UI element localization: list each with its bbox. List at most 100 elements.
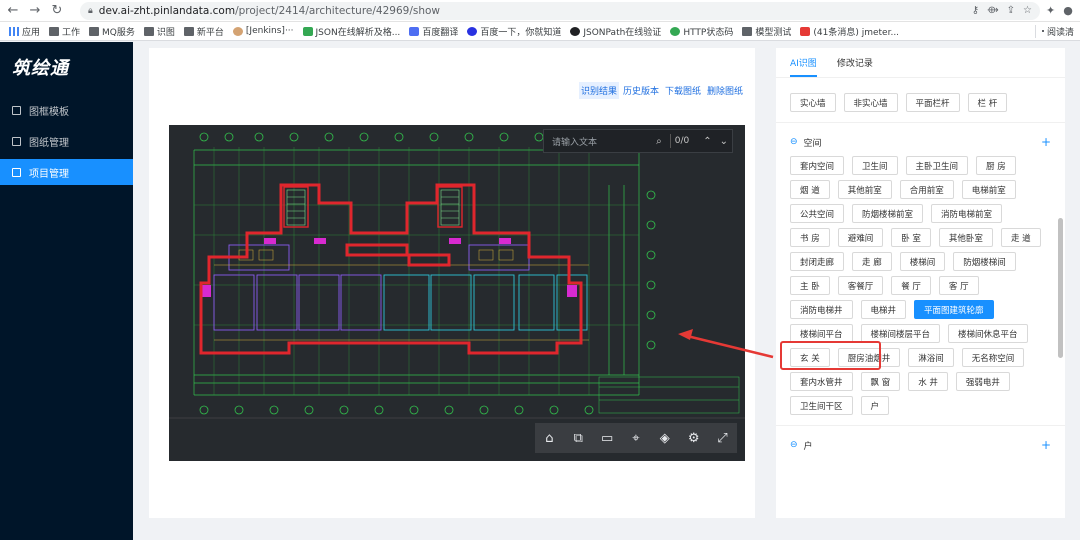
- sidebar: 筑绘通 图框模板 图纸管理 项目管理: [0, 42, 133, 540]
- space-tag[interactable]: 淋浴间: [908, 348, 954, 367]
- space-tag[interactable]: 餐 厅: [891, 276, 931, 295]
- space-tag[interactable]: 卫生间: [852, 156, 898, 175]
- space-tag[interactable]: 电梯井: [860, 300, 907, 319]
- space-tag[interactable]: 平面图建筑轮廓: [914, 300, 994, 319]
- tag-plan-railing[interactable]: 平面栏杆: [905, 93, 960, 112]
- bookmark-jenkins[interactable]: [Jenkins]···: [232, 26, 294, 36]
- bookmark-baidu-translate[interactable]: 百度翻译: [409, 25, 458, 38]
- space-tag[interactable]: 客餐厅: [837, 276, 884, 295]
- folder-icon: [742, 26, 753, 36]
- space-tag[interactable]: 客 厅: [938, 276, 979, 295]
- space-tag[interactable]: 主 卧: [790, 276, 830, 295]
- section-divider: [776, 425, 1065, 426]
- bookmark-http-status[interactable]: HTTP状态码: [670, 25, 733, 38]
- bookmark-new-platform[interactable]: 新平台: [183, 25, 224, 38]
- panel-tabs: AI识图 修改记录: [776, 48, 1065, 78]
- space-tag[interactable]: 户: [860, 396, 890, 415]
- translate-icon: [409, 26, 420, 36]
- reload-icon[interactable]: ↻: [48, 2, 66, 20]
- star-icon[interactable]: ☆: [1023, 5, 1032, 16]
- space-tag[interactable]: 强弱电井: [955, 372, 1010, 391]
- profile-icon[interactable]: ●: [1063, 4, 1073, 17]
- bookmark-csdn[interactable]: (41条消息) jmeter...: [800, 25, 899, 38]
- household-section-header[interactable]: ⊖ 户 +: [776, 437, 1065, 453]
- expand-icon[interactable]: ⊖: [790, 440, 798, 450]
- bookmark-baidu[interactable]: 百度一下，你就知道: [467, 25, 561, 38]
- main-content: 识别结果 历史版本 下载图纸 删除图纸 请输入文本 ⌕ 0/0 ⌃ ⌄ ⌂ ⧉ …: [133, 42, 1080, 540]
- space-tag[interactable]: 防烟楼梯前室: [852, 204, 924, 223]
- back-icon[interactable]: ←: [4, 2, 22, 20]
- bookmark-apps[interactable]: 应用: [9, 25, 40, 38]
- bookmark-jsonpath[interactable]: JSONPath在线验证: [570, 25, 661, 38]
- bookmark-json[interactable]: JSON在线解析及格...: [302, 25, 400, 38]
- collapse-icon[interactable]: ⊖: [790, 137, 798, 147]
- translate-icon[interactable]: ⟴: [987, 5, 999, 16]
- extensions-icon[interactable]: ✦: [1046, 4, 1055, 17]
- space-tag[interactable]: 楼梯间休息平台: [948, 324, 1028, 343]
- space-tag[interactable]: 防烟楼梯间: [953, 252, 1016, 271]
- tab-ai-recognition[interactable]: AI识图: [790, 56, 817, 77]
- add-icon[interactable]: +: [1041, 438, 1051, 452]
- address-bar[interactable]: 🔒︎ dev.ai-zht.pinlandata.com/project/241…: [80, 1, 1040, 20]
- space-tag[interactable]: 烟 道: [790, 180, 830, 199]
- sidebar-item-project-management[interactable]: 项目管理: [0, 159, 133, 185]
- folder-icon: [49, 26, 60, 36]
- space-tag[interactable]: 公共空间: [790, 204, 845, 223]
- template-icon: [12, 105, 21, 115]
- apps-grid-icon: [9, 26, 19, 36]
- tab-modification-record[interactable]: 修改记录: [837, 56, 873, 77]
- space-tag[interactable]: 飘 窗: [860, 372, 901, 391]
- recognition-panel: AI识图 修改记录 实心墙 非实心墙 平面栏杆 栏 杆 ⊖ 空间 + 套内空间卫…: [776, 48, 1065, 518]
- sidebar-item-frame-templates[interactable]: 图框模板: [0, 97, 133, 123]
- jenkins-icon: [232, 26, 243, 36]
- tag-solid-wall[interactable]: 实心墙: [790, 93, 836, 112]
- reading-list-icon: [1041, 30, 1044, 32]
- folder-icon: [183, 26, 194, 36]
- bookmark-work[interactable]: 工作: [49, 25, 80, 38]
- space-tag[interactable]: 避难间: [837, 228, 884, 247]
- space-tag[interactable]: 其他前室: [837, 180, 892, 199]
- space-tag[interactable]: 套内空间: [790, 156, 845, 175]
- scrollbar-thumb[interactable]: [1058, 218, 1063, 358]
- tag-railing[interactable]: 栏 杆: [967, 93, 1008, 112]
- space-tag[interactable]: 卫生间干区: [790, 396, 853, 415]
- bookmark-model-test[interactable]: 模型测试: [742, 25, 791, 38]
- status-icon: [670, 26, 681, 36]
- space-tag[interactable]: 合用前室: [899, 180, 954, 199]
- space-tag[interactable]: 消防电梯井: [790, 300, 853, 319]
- section-divider: [776, 122, 1065, 123]
- key-icon[interactable]: ⚷: [972, 5, 979, 16]
- url-host: dev.ai-zht.pinlandata.com: [98, 4, 236, 17]
- space-tag[interactable]: 走 道: [1000, 228, 1041, 247]
- lock-icon: 🔒︎: [88, 5, 93, 16]
- sidebar-item-drawing-management[interactable]: 图纸管理: [0, 128, 133, 154]
- bookmark-mq[interactable]: MQ服务: [89, 25, 135, 38]
- space-tag[interactable]: 卧 室: [891, 228, 931, 247]
- space-tag[interactable]: 水 井: [908, 372, 948, 391]
- add-icon[interactable]: +: [1041, 135, 1051, 149]
- baidu-icon: [467, 26, 478, 36]
- browser-toolbar: ← → ↻ 🔒︎ dev.ai-zht.pinlandata.com/proje…: [0, 0, 1080, 22]
- share-icon[interactable]: ⇪: [1007, 5, 1015, 16]
- reading-list[interactable]: 阅读清: [1034, 24, 1080, 38]
- space-section-header[interactable]: ⊖ 空间 +: [776, 134, 1065, 150]
- json-icon: [302, 26, 313, 36]
- panel-scrollbar[interactable]: [1058, 78, 1063, 518]
- space-tag[interactable]: 电梯前室: [961, 180, 1016, 199]
- tag-non-solid-wall[interactable]: 非实心墙: [843, 93, 898, 112]
- space-tag[interactable]: 无名称空间: [961, 348, 1025, 367]
- space-tag[interactable]: 套内水管井: [790, 372, 853, 391]
- url-path: /project/2414/architecture/42969/show: [235, 4, 441, 17]
- space-tag[interactable]: 其他卧室: [938, 228, 993, 247]
- space-tag[interactable]: 书 房: [790, 228, 830, 247]
- space-tag[interactable]: 消防电梯前室: [931, 204, 1003, 223]
- folder-icon: [89, 26, 100, 36]
- bookmark-shitu[interactable]: 识图: [143, 25, 175, 38]
- space-tag[interactable]: 走 廊: [852, 252, 892, 271]
- space-tag[interactable]: 主卧卫生间: [905, 156, 969, 175]
- space-tag[interactable]: 楼梯间: [899, 252, 946, 271]
- forward-icon[interactable]: →: [26, 2, 44, 20]
- space-tag[interactable]: 厨 房: [976, 156, 1016, 175]
- space-tag[interactable]: 封闭走廊: [790, 252, 845, 271]
- folder-icon: [143, 26, 154, 36]
